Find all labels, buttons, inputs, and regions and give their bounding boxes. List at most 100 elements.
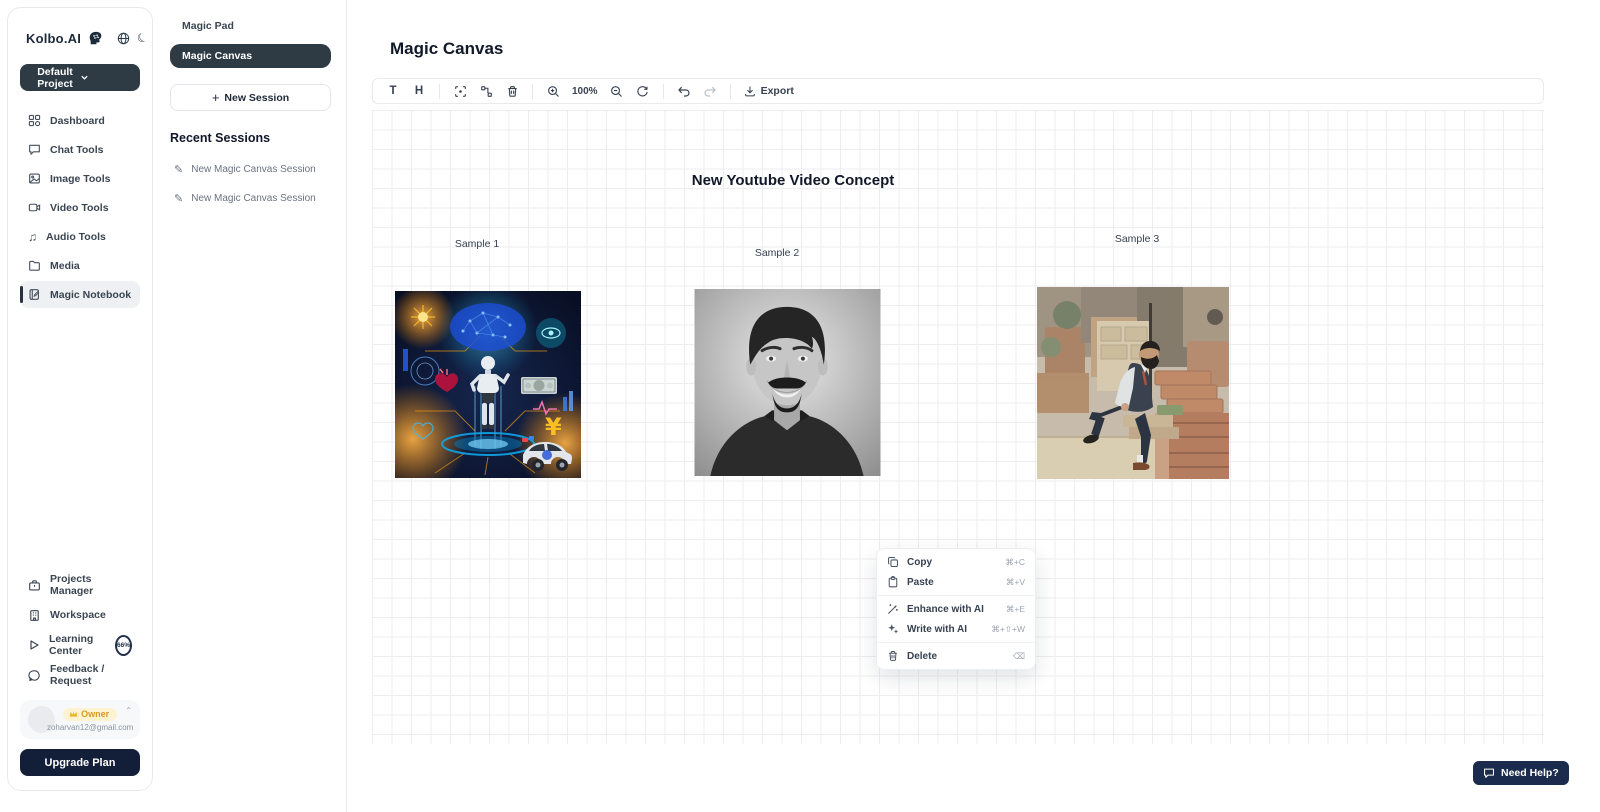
logo-row: Kolbo.AI ☾ xyxy=(20,22,140,46)
sidebar-item-label: Projects Manager xyxy=(50,573,132,597)
video-camera-icon xyxy=(28,201,41,214)
briefcase-icon xyxy=(28,579,41,592)
ai-head-logo-icon xyxy=(88,31,103,46)
sidebar-item-projects-manager[interactable]: Projects Manager xyxy=(20,570,140,600)
undo-icon xyxy=(677,85,691,97)
select-frame-icon xyxy=(454,85,467,98)
sidebar-nav: Dashboard Chat Tools Image Tools Video T… xyxy=(20,107,140,308)
recent-session-item[interactable]: ✎ New Magic Canvas Session xyxy=(170,155,331,184)
context-menu-divider xyxy=(877,595,1035,596)
zoom-out-button[interactable] xyxy=(606,81,628,101)
chat-bubble-icon xyxy=(28,143,41,156)
zoom-in-icon xyxy=(547,85,560,98)
project-selector[interactable]: Default Project xyxy=(20,64,140,91)
select-frame-button[interactable] xyxy=(449,81,471,101)
trash-icon xyxy=(887,650,899,662)
heading-tool-button[interactable]: H xyxy=(408,81,430,101)
context-menu-enhance-with-ai[interactable]: Enhance with AI ⌘+E xyxy=(877,599,1035,619)
nav-item-magic-pad[interactable]: Magic Pad xyxy=(170,14,331,38)
user-email: zoharvan12@gmail.com xyxy=(47,723,133,732)
sidebar-item-chat-tools[interactable]: Chat Tools xyxy=(20,136,140,163)
shortcut-label: ⌫ xyxy=(1013,651,1025,662)
shortcut-label: ⌘+E xyxy=(1006,604,1025,615)
export-button[interactable]: Export xyxy=(740,85,798,97)
context-menu-write-with-ai[interactable]: Write with AI ⌘+⇧+W xyxy=(877,619,1035,639)
toolbar-divider xyxy=(730,84,731,99)
sidebar-item-audio-tools[interactable]: ♫ Audio Tools xyxy=(20,223,140,250)
sidebar-item-label: Magic Notebook xyxy=(50,289,131,301)
context-menu-delete[interactable]: Delete ⌫ xyxy=(877,646,1035,666)
sidebar-item-label: Workspace xyxy=(50,609,106,621)
dark-mode-moon-icon[interactable]: ☾ xyxy=(137,30,148,46)
sample-1-label[interactable]: Sample 1 xyxy=(432,238,522,250)
sidebar-item-magic-notebook[interactable]: Magic Notebook xyxy=(20,281,140,308)
sidebar-item-label: Video Tools xyxy=(50,202,109,214)
sidebar-item-label: Audio Tools xyxy=(46,231,106,243)
image-icon xyxy=(28,172,41,185)
recent-session-item[interactable]: ✎ New Magic Canvas Session xyxy=(170,184,331,213)
app-logo: Kolbo.AI xyxy=(26,31,81,46)
sidebar-item-label: Chat Tools xyxy=(50,144,103,156)
new-session-button[interactable]: + New Session xyxy=(170,84,331,111)
owner-role-badge: Owner xyxy=(63,708,117,721)
play-icon xyxy=(28,639,40,651)
context-menu-paste[interactable]: Paste ⌘+V xyxy=(877,572,1035,592)
shortcut-label: ⌘+⇧+W xyxy=(991,624,1025,635)
sample-2-label[interactable]: Sample 2 xyxy=(732,247,822,259)
magic-wand-icon xyxy=(887,603,899,615)
redo-button[interactable] xyxy=(699,81,721,101)
sparkles-icon xyxy=(887,623,899,635)
upgrade-plan-button[interactable]: Upgrade Plan xyxy=(20,749,140,776)
dashboard-grid-icon xyxy=(28,114,41,127)
sidebar-item-video-tools[interactable]: Video Tools xyxy=(20,194,140,221)
sample-3-label[interactable]: Sample 3 xyxy=(1092,233,1182,245)
folder-icon xyxy=(28,259,41,272)
context-menu: Copy ⌘+C Paste ⌘+V Enhance with AI ⌘+E W… xyxy=(876,548,1036,670)
recent-sessions-heading: Recent Sessions xyxy=(170,131,331,145)
sidebar-item-label: Feedback / Request xyxy=(50,663,132,687)
trash-icon xyxy=(506,85,519,98)
svg-text:¥: ¥ xyxy=(545,413,562,441)
paste-clipboard-icon xyxy=(887,576,899,588)
page-title: Magic Canvas xyxy=(390,39,503,59)
building-icon xyxy=(28,609,41,622)
zoom-out-icon xyxy=(610,85,623,98)
music-note-icon: ♫ xyxy=(28,230,37,244)
copy-icon xyxy=(887,556,899,568)
need-help-button[interactable]: Need Help? xyxy=(1473,761,1569,785)
sidebar-item-media[interactable]: Media xyxy=(20,252,140,279)
feedback-chat-icon xyxy=(28,669,41,682)
sidebar-item-learning-center[interactable]: Learning Center 66% xyxy=(20,630,140,660)
text-tool-button[interactable]: T xyxy=(382,81,404,101)
sidebar-item-feedback-request[interactable]: Feedback / Request xyxy=(20,660,140,690)
pencil-icon: ✎ xyxy=(174,163,183,176)
sidebar-item-image-tools[interactable]: Image Tools xyxy=(20,165,140,192)
nav-item-magic-canvas[interactable]: Magic Canvas xyxy=(170,44,331,68)
context-menu-copy[interactable]: Copy ⌘+C xyxy=(877,552,1035,572)
crown-icon xyxy=(69,710,78,718)
magic-notebook-icon xyxy=(28,288,41,301)
download-icon xyxy=(744,85,756,97)
context-menu-divider xyxy=(877,642,1035,643)
sidebar-item-label: Media xyxy=(50,260,80,272)
portrait-artwork xyxy=(694,289,881,476)
undo-button[interactable] xyxy=(673,81,695,101)
sidebar-item-workspace[interactable]: Workspace xyxy=(20,600,140,630)
session-panel: Magic Pad Magic Canvas + New Session Rec… xyxy=(155,0,347,812)
board-title[interactable]: New Youtube Video Concept xyxy=(618,172,968,189)
language-globe-icon[interactable] xyxy=(117,30,130,46)
ruins-artwork xyxy=(1037,287,1229,479)
connector-tool-button[interactable] xyxy=(475,81,497,101)
sidebar-footer: Projects Manager Workspace Learning Cent… xyxy=(20,570,140,776)
sample-3-image[interactable] xyxy=(1037,287,1229,479)
reset-view-button[interactable] xyxy=(632,81,654,101)
redo-icon xyxy=(703,85,717,97)
sidebar-item-label: Dashboard xyxy=(50,115,105,127)
sidebar-item-dashboard[interactable]: Dashboard xyxy=(20,107,140,134)
sample-1-image[interactable]: ¥ xyxy=(395,291,581,478)
pencil-icon: ✎ xyxy=(174,192,183,205)
zoom-in-button[interactable] xyxy=(542,81,564,101)
delete-tool-button[interactable] xyxy=(501,81,523,101)
sample-2-image[interactable] xyxy=(694,289,881,476)
user-account-card[interactable]: Owner zoharvan12@gmail.com ⌃ xyxy=(20,700,140,739)
